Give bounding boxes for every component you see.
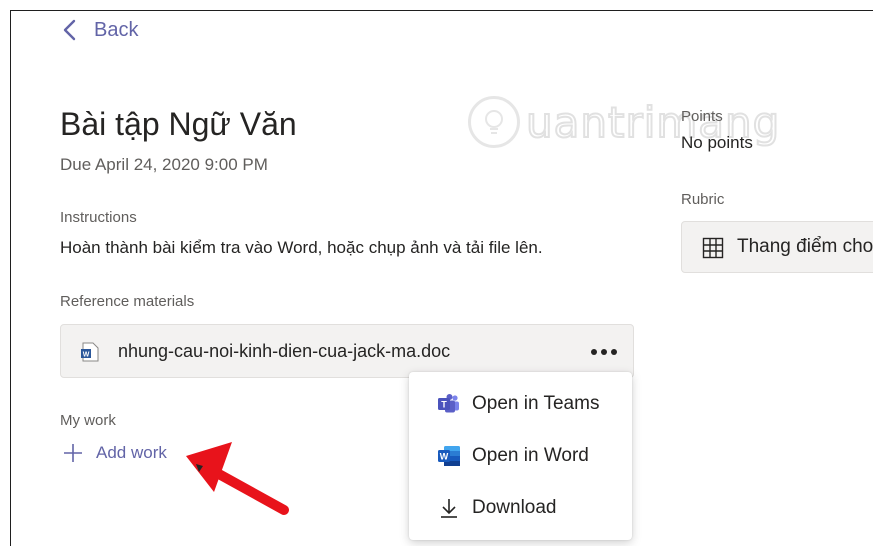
reference-file-card[interactable]: W nhung-cau-noi-kinh-dien-cua-jack-ma.do… bbox=[60, 324, 634, 378]
watermark-bulb-icon bbox=[468, 96, 520, 148]
plus-icon bbox=[64, 444, 82, 462]
more-options-button[interactable] bbox=[591, 343, 617, 361]
screenshot-frame-top bbox=[10, 10, 873, 11]
add-work-button[interactable]: Add work bbox=[62, 442, 167, 464]
svg-text:W: W bbox=[83, 352, 90, 359]
download-icon bbox=[441, 499, 457, 518]
menu-item-open-in-teams[interactable]: T Open in Teams bbox=[409, 380, 632, 428]
due-date: Due April 24, 2020 9:00 PM bbox=[60, 155, 268, 174]
rubric-heading: Rubric bbox=[681, 191, 725, 208]
svg-text:T: T bbox=[441, 400, 447, 410]
menu-item-label: Open in Teams bbox=[472, 393, 600, 414]
menu-item-label: Open in Word bbox=[472, 445, 589, 466]
word-icon: W bbox=[438, 446, 460, 466]
table-grid-icon bbox=[702, 237, 724, 259]
word-doc-icon: W bbox=[81, 342, 99, 362]
red-arrow-annotation-icon bbox=[186, 442, 289, 515]
rubric-button-label: Thang điểm cho bbox=[737, 236, 873, 257]
more-dot-icon bbox=[611, 349, 617, 355]
assignment-title: Bài tập Ngữ Văn bbox=[60, 106, 297, 142]
back-label: Back bbox=[94, 18, 139, 41]
my-work-heading: My work bbox=[60, 412, 116, 429]
add-work-label: Add work bbox=[96, 443, 167, 462]
chevron-left-icon bbox=[63, 19, 76, 41]
more-dot-icon bbox=[591, 349, 597, 355]
menu-item-open-in-word[interactable]: W Open in Word bbox=[409, 432, 632, 480]
points-heading: Points bbox=[681, 108, 723, 125]
svg-text:W: W bbox=[440, 452, 449, 462]
back-button[interactable]: Back bbox=[60, 14, 138, 46]
reference-materials-heading: Reference materials bbox=[60, 293, 195, 310]
more-dot-icon bbox=[601, 349, 607, 355]
points-value: No points bbox=[681, 133, 753, 152]
menu-item-label: Download bbox=[472, 497, 557, 518]
teams-icon: T bbox=[438, 394, 459, 413]
rubric-button[interactable]: Thang điểm cho bbox=[681, 221, 873, 273]
instructions-heading: Instructions bbox=[60, 209, 137, 226]
screenshot-frame-left bbox=[10, 10, 11, 546]
file-context-menu: T Open in Teams W Open in Word Download bbox=[409, 372, 632, 540]
instructions-text: Hoàn thành bài kiểm tra vào Word, hoặc c… bbox=[60, 238, 543, 257]
reference-file-name: nhung-cau-noi-kinh-dien-cua-jack-ma.doc bbox=[118, 341, 451, 361]
menu-item-download[interactable]: Download bbox=[409, 484, 632, 532]
